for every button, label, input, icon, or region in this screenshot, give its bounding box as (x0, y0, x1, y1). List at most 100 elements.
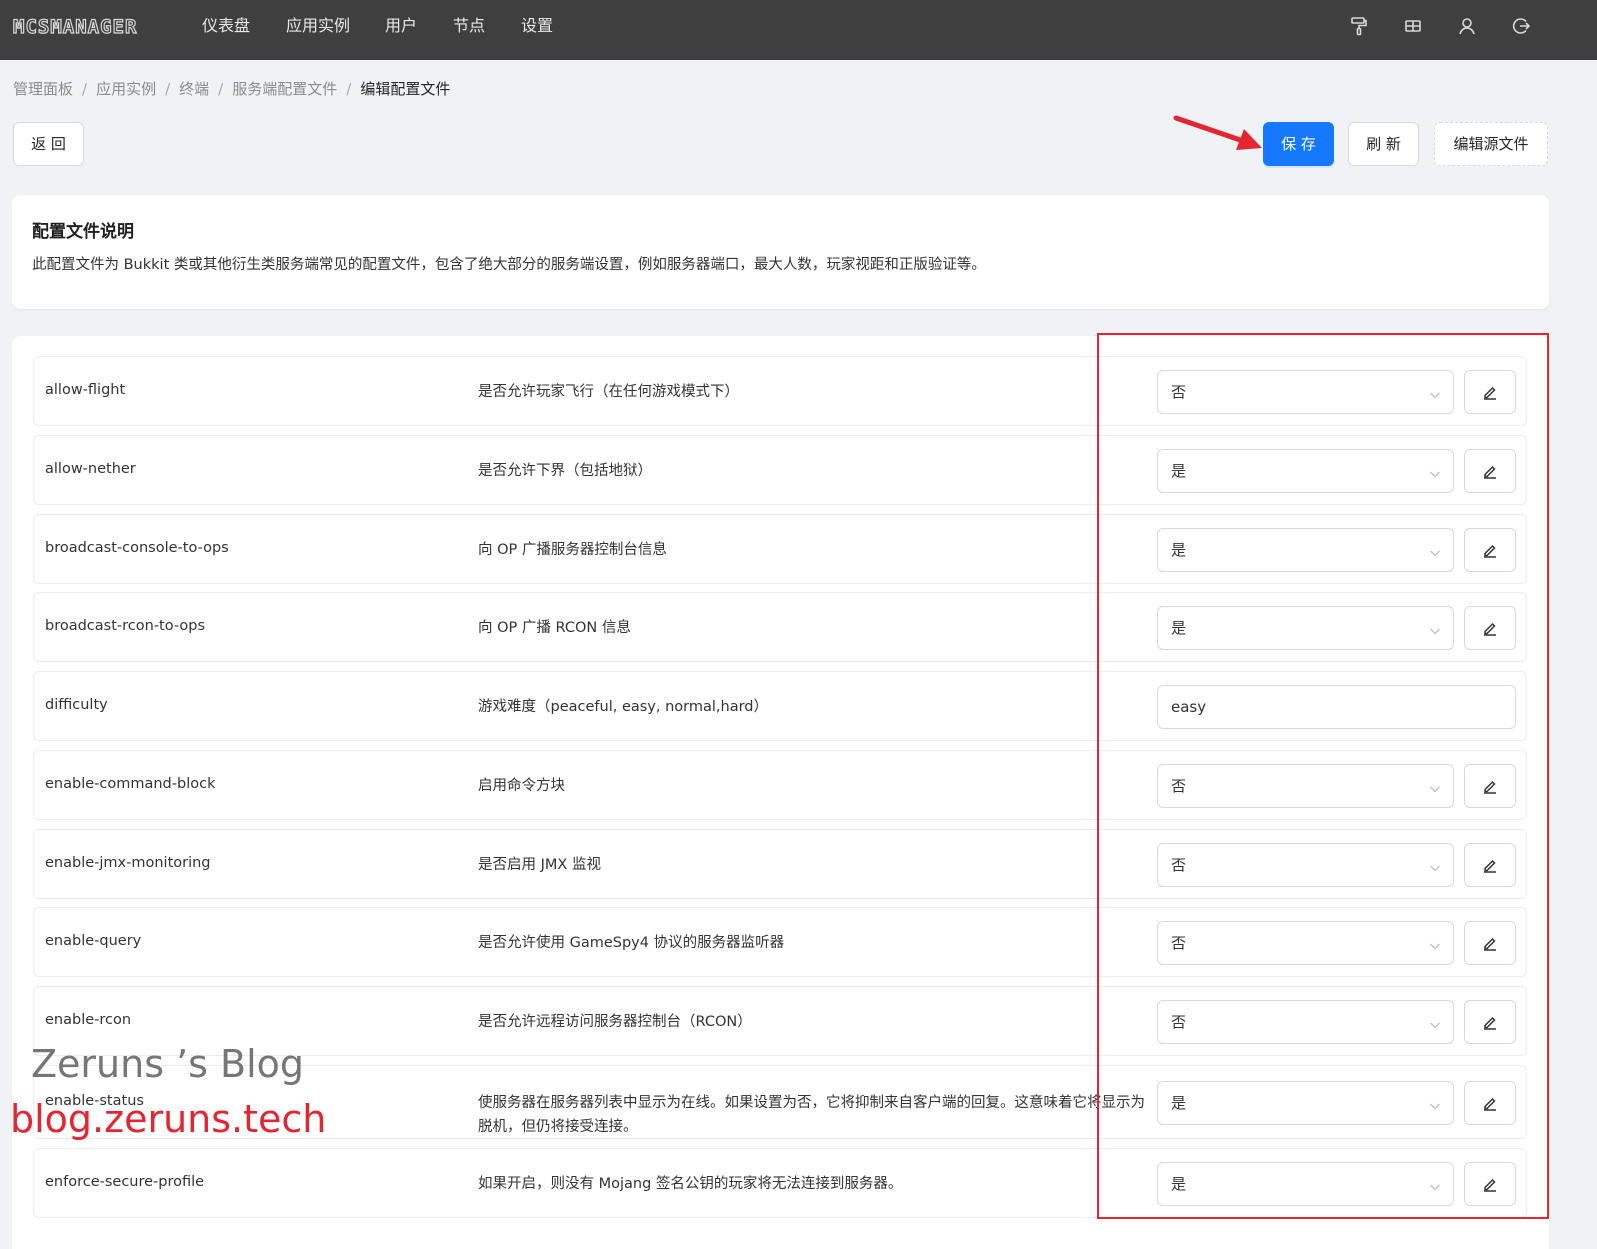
setting-key: allow-nether (45, 461, 136, 477)
setting-description: 是否允许远程访问服务器控制台（RCON） (478, 1014, 752, 1030)
config-description-card: 配置文件说明 此配置文件为 Bukkit 类或其他衍生类服务端常见的配置文件，包… (12, 195, 1549, 309)
edit-source-button[interactable]: 编辑源文件 (1434, 122, 1548, 166)
breadcrumb-separator: / (218, 80, 224, 98)
setting-value-input[interactable]: easy (1157, 685, 1516, 729)
setting-value-select[interactable]: 是 (1157, 1081, 1454, 1125)
setting-description: 使服务器在服务器列表中显示为在线。如果设置为否，它将抑制来自客户端的回复。这意味… (478, 1095, 1145, 1135)
chevron-down-icon (1429, 386, 1441, 399)
watermark-blog-name: Zeruns ’s Blog (31, 1042, 305, 1086)
setting-key: enforce-secure-profile (45, 1174, 205, 1190)
setting-value-select[interactable]: 是 (1157, 1162, 1454, 1206)
setting-key: enable-jmx-monitoring (45, 855, 211, 871)
setting-description: 向 OP 广播 RCON 信息 (478, 620, 631, 636)
setting-row: enable-jmx-monitoring 是否启用 JMX 监视 否 (33, 829, 1527, 899)
setting-value: 否 (1171, 1013, 1187, 1031)
setting-row: enable-command-block 启用命令方块 否 (33, 750, 1527, 820)
setting-value-select[interactable]: 否 (1157, 843, 1454, 887)
setting-value-select[interactable]: 是 (1157, 606, 1454, 650)
setting-value: 否 (1171, 856, 1187, 874)
nav-settings[interactable]: 设置 (521, 0, 553, 60)
setting-description: 向 OP 广播服务器控制台信息 (478, 542, 667, 558)
nav-instances[interactable]: 应用实例 (286, 0, 350, 60)
breadcrumb: 管理面板 / 应用实例 / 终端 / 服务端配置文件 / 编辑配置文件 (13, 78, 450, 99)
setting-row: allow-nether 是否允许下界（包括地狱） 是 (33, 435, 1527, 505)
breadcrumb-instances[interactable]: 应用实例 (96, 80, 156, 98)
edit-setting-button[interactable] (1464, 764, 1516, 808)
setting-value-select[interactable]: 否 (1157, 764, 1454, 808)
chevron-down-icon (1429, 622, 1441, 635)
breadcrumb-panel[interactable]: 管理面板 (13, 80, 73, 98)
chevron-down-icon (1429, 780, 1441, 793)
setting-value-select[interactable]: 是 (1157, 449, 1454, 493)
setting-value: 是 (1171, 619, 1187, 637)
chevron-down-icon (1429, 937, 1441, 950)
setting-value: 是 (1171, 541, 1187, 559)
setting-value-select[interactable]: 是 (1157, 528, 1454, 572)
breadcrumb-separator: / (165, 80, 171, 98)
edit-setting-button[interactable] (1464, 606, 1516, 650)
setting-value: 否 (1171, 934, 1187, 952)
setting-key: enable-query (45, 933, 142, 949)
chevron-down-icon (1429, 544, 1441, 557)
edit-setting-button[interactable] (1464, 1162, 1516, 1206)
logout-icon[interactable] (1510, 15, 1532, 37)
setting-key: allow-flight (45, 382, 126, 398)
setting-description: 游戏难度（peaceful, easy, normal,hard） (478, 699, 769, 715)
edit-setting-button[interactable] (1464, 370, 1516, 414)
setting-key: difficulty (45, 697, 108, 713)
chevron-down-icon (1429, 859, 1441, 872)
nav-nodes[interactable]: 节点 (453, 0, 485, 60)
chevron-down-icon (1429, 1097, 1441, 1110)
setting-key: broadcast-rcon-to-ops (45, 618, 206, 634)
setting-value-select[interactable]: 否 (1157, 370, 1454, 414)
chevron-down-icon (1429, 1016, 1441, 1029)
setting-value: 否 (1171, 777, 1187, 795)
edit-setting-button[interactable] (1464, 921, 1516, 965)
setting-row: enforce-secure-profile 如果开启，则没有 Mojang 签名… (33, 1148, 1527, 1218)
setting-row: broadcast-rcon-to-ops 向 OP 广播 RCON 信息 是 (33, 592, 1527, 662)
setting-key: enable-command-block (45, 776, 216, 792)
setting-description: 启用命令方块 (478, 778, 565, 794)
setting-row: allow-flight 是否允许玩家飞行（在任何游戏模式下） 否 (33, 356, 1527, 426)
edit-setting-button[interactable] (1464, 843, 1516, 887)
setting-value-select[interactable]: 否 (1157, 921, 1454, 965)
edit-setting-button[interactable] (1464, 449, 1516, 493)
edit-setting-button[interactable] (1464, 1000, 1516, 1044)
setting-description: 如果开启，则没有 Mojang 签名公钥的玩家将无法连接到服务器。 (478, 1176, 903, 1192)
breadcrumb-separator: / (346, 80, 352, 98)
chevron-down-icon (1429, 465, 1441, 478)
watermark-blog-url: blog.zeruns.tech (10, 1097, 327, 1141)
setting-description: 是否允许玩家飞行（在任何游戏模式下） (478, 384, 739, 400)
breadcrumb-terminal[interactable]: 终端 (179, 80, 209, 98)
setting-value: 否 (1171, 383, 1187, 401)
chevron-down-icon (1429, 1178, 1441, 1191)
nav-users[interactable]: 用户 (385, 0, 417, 60)
setting-row: enable-query 是否允许使用 GameSpy4 协议的服务器监听器 否 (33, 907, 1527, 977)
setting-row: broadcast-console-to-ops 向 OP 广播服务器控制台信息 是 (33, 514, 1527, 584)
annotation-arrow-icon (1173, 115, 1262, 150)
breadcrumb-separator: / (82, 80, 88, 98)
setting-value: 是 (1171, 462, 1187, 480)
setting-description: 是否启用 JMX 监视 (478, 857, 601, 873)
config-description-title: 配置文件说明 (32, 222, 134, 242)
edit-setting-button[interactable] (1464, 528, 1516, 572)
paint-roller-icon[interactable] (1348, 15, 1370, 37)
refresh-button[interactable]: 刷 新 (1348, 122, 1419, 166)
setting-value: 是 (1171, 1175, 1187, 1193)
back-button[interactable]: 返 回 (13, 122, 84, 166)
setting-key: broadcast-console-to-ops (45, 540, 229, 556)
setting-key: enable-rcon (45, 1012, 132, 1028)
setting-row: difficulty 游戏难度（peaceful, easy, normal,ha… (33, 671, 1527, 741)
layout-icon[interactable] (1402, 15, 1424, 37)
mcsmanager-logo[interactable]: MCSMANAGER (12, 15, 137, 38)
setting-value: 是 (1171, 1094, 1187, 1112)
user-icon[interactable] (1456, 15, 1478, 37)
nav-dashboard[interactable]: 仪表盘 (202, 0, 250, 60)
breadcrumb-config-files[interactable]: 服务端配置文件 (232, 80, 337, 98)
setting-description: 是否允许下界（包括地狱） (478, 463, 652, 479)
setting-value-select[interactable]: 否 (1157, 1000, 1454, 1044)
breadcrumb-current: 编辑配置文件 (360, 80, 451, 98)
setting-value: easy (1171, 698, 1207, 716)
edit-setting-button[interactable] (1464, 1081, 1516, 1125)
save-button[interactable]: 保 存 (1263, 122, 1334, 166)
